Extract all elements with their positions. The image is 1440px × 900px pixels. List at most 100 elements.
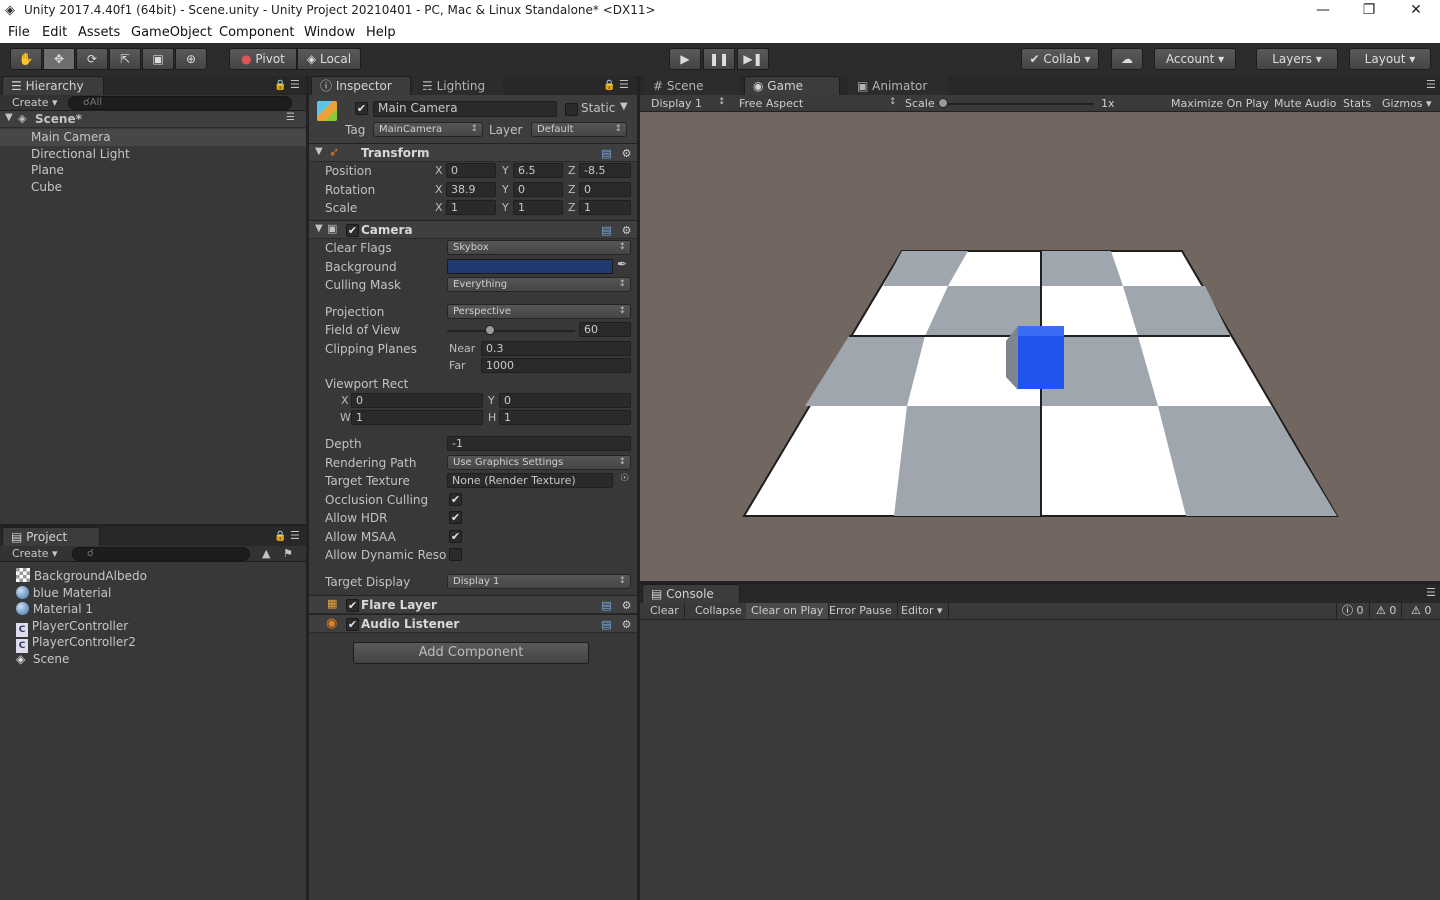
projection-dropdown[interactable]: Perspective <box>447 304 631 319</box>
rotation-x-field[interactable]: 38.9 <box>446 182 496 197</box>
inspector-lock-icon[interactable]: 🔒 <box>603 80 615 91</box>
menu-help[interactable]: Help <box>366 25 396 40</box>
static-checkbox[interactable] <box>565 103 578 116</box>
move-tool-button[interactable]: ✥ <box>43 48 75 70</box>
menu-file[interactable]: File <box>8 25 30 40</box>
hand-tool-button[interactable]: ✋ <box>10 48 42 70</box>
gizmos-dropdown[interactable]: Gizmos ▾ <box>1382 97 1432 110</box>
filter-by-label-icon[interactable]: ⚑ <box>283 547 293 560</box>
warning-filter-toggle[interactable]: ⚠ 0 <box>1371 603 1403 619</box>
pause-button[interactable]: ❚❚ <box>703 48 735 70</box>
fov-slider-track[interactable] <box>447 330 575 332</box>
minimize-button[interactable]: — <box>1300 0 1346 22</box>
depth-field[interactable]: -1 <box>447 436 631 451</box>
allow-msaa-checkbox[interactable]: ✔ <box>449 530 462 543</box>
target-display-dropdown[interactable]: Display 1 <box>447 574 631 589</box>
camera-header[interactable]: ▼ ▣ ✔ Camera ▤ ⚙ <box>309 220 637 239</box>
layout-dropdown[interactable]: Layout ▾ <box>1349 48 1431 70</box>
mute-audio-toggle[interactable]: Mute Audio <box>1274 97 1336 110</box>
pivot-toggle[interactable]: ● Pivot <box>229 48 297 70</box>
cloud-button[interactable]: ☁ <box>1111 48 1143 70</box>
target-texture-field[interactable]: None (Render Texture) <box>447 473 613 488</box>
aspect-dropdown[interactable]: Free Aspect <box>739 97 803 110</box>
tab-game[interactable]: ◉ Game <box>744 76 840 95</box>
play-button[interactable]: ▶ <box>669 48 701 70</box>
scale-z-field[interactable]: 1 <box>579 200 631 215</box>
allow-dynamic-resolution-checkbox[interactable] <box>449 548 462 561</box>
tab-inspector[interactable]: ⓘ Inspector <box>311 76 411 95</box>
help-book-icon[interactable]: ▤ <box>600 224 613 237</box>
viewport-x-field[interactable]: 0 <box>351 393 483 408</box>
far-field[interactable]: 1000 <box>481 358 631 373</box>
menu-edit[interactable]: Edit <box>42 25 67 40</box>
rotate-tool-button[interactable]: ⟳ <box>76 48 108 70</box>
flare-layer-checkbox[interactable]: ✔ <box>346 599 359 612</box>
position-z-field[interactable]: -8.5 <box>579 163 631 178</box>
viewport-w-field[interactable]: 1 <box>351 410 483 425</box>
scale-slider-track[interactable] <box>942 103 1094 105</box>
stats-toggle[interactable]: Stats <box>1343 97 1371 110</box>
help-book-icon[interactable]: ▤ <box>600 147 613 160</box>
project-item[interactable]: C PlayerController <box>16 618 296 637</box>
scale-tool-button[interactable]: ⇱ <box>109 48 141 70</box>
console-log-area[interactable] <box>640 620 1440 900</box>
menu-window[interactable]: Window <box>304 25 355 40</box>
tab-console[interactable]: ▤ Console <box>642 584 740 603</box>
scale-slider-thumb[interactable] <box>938 98 948 108</box>
tab-project[interactable]: ▤ Project <box>2 527 100 546</box>
project-item[interactable]: BackgroundAlbedo <box>16 568 296 585</box>
local-toggle[interactable]: ◈ Local <box>297 48 361 70</box>
camera-enabled-checkbox[interactable]: ✔ <box>346 224 359 237</box>
collapse-arrow-icon[interactable]: ▼ <box>315 223 323 234</box>
menu-assets[interactable]: Assets <box>78 25 120 40</box>
expand-arrow-icon[interactable]: ▼ <box>5 112 13 123</box>
project-item[interactable]: C PlayerController2 <box>16 634 296 653</box>
viewport-h-field[interactable]: 1 <box>499 410 631 425</box>
project-item[interactable]: blue Material <box>16 585 296 602</box>
fov-slider-thumb[interactable] <box>485 325 495 335</box>
hierarchy-item-plane[interactable]: Plane <box>0 162 306 179</box>
tag-dropdown[interactable]: MainCamera <box>373 122 483 137</box>
hierarchy-search-input[interactable]: ☌All <box>68 96 292 110</box>
hierarchy-item-directional-light[interactable]: Directional Light <box>0 146 306 163</box>
close-button[interactable]: ✕ <box>1393 0 1439 22</box>
fov-field[interactable]: 60 <box>579 322 631 337</box>
step-button[interactable]: ▶❚ <box>737 48 769 70</box>
hierarchy-create-dropdown[interactable]: Create ▾ <box>12 96 58 109</box>
background-color-swatch[interactable] <box>447 259 613 274</box>
tab-hierarchy[interactable]: ☰ Hierarchy <box>2 76 104 95</box>
rotation-z-field[interactable]: 0 <box>579 182 631 197</box>
tab-animator[interactable]: ▣ Animator <box>848 76 948 95</box>
scale-x-field[interactable]: 1 <box>446 200 496 215</box>
layers-dropdown[interactable]: Layers ▾ <box>1256 48 1338 70</box>
allow-hdr-checkbox[interactable]: ✔ <box>449 511 462 524</box>
filter-by-type-icon[interactable]: ▲ <box>262 547 270 560</box>
collapse-arrow-icon[interactable]: ▼ <box>315 146 323 157</box>
object-name-field[interactable]: Main Camera <box>373 101 557 117</box>
transform-tool-button[interactable]: ⊕ <box>175 48 207 70</box>
layer-dropdown[interactable]: Default <box>531 122 627 137</box>
viewport-y-field[interactable]: 0 <box>499 393 631 408</box>
log-filter-toggle[interactable]: ⓘ 0 <box>1336 603 1370 619</box>
scale-y-field[interactable]: 1 <box>513 200 563 215</box>
component-settings-icon[interactable]: ⚙ <box>620 224 633 237</box>
console-editor-dropdown[interactable]: Editor ▾ <box>896 603 949 619</box>
maximize-on-play-toggle[interactable]: Maximize On Play <box>1171 97 1269 110</box>
tab-scene[interactable]: # Scene <box>644 76 740 95</box>
menu-component[interactable]: Component <box>219 25 294 40</box>
panel-menu-icon[interactable]: ☰ <box>290 78 300 91</box>
display-dropdown[interactable]: Display 1 <box>651 97 702 110</box>
help-book-icon[interactable]: ▤ <box>600 599 613 612</box>
view-menu-icon[interactable]: ☰ <box>1426 78 1436 91</box>
tab-lighting[interactable]: ☴ Lighting <box>413 76 503 95</box>
console-collapse-button[interactable]: Collapse <box>690 603 748 619</box>
active-checkbox[interactable]: ✔ <box>355 102 368 115</box>
console-menu-icon[interactable]: ☰ <box>1426 586 1436 599</box>
hierarchy-item-cube[interactable]: Cube <box>0 179 306 196</box>
transform-header[interactable]: ▼ ➶ Transform ▤ ⚙ <box>309 143 637 162</box>
console-clear-button[interactable]: Clear <box>645 603 685 619</box>
object-picker-icon[interactable]: ☉ <box>620 473 629 484</box>
rect-tool-button[interactable]: ▣ <box>142 48 174 70</box>
component-settings-icon[interactable]: ⚙ <box>620 618 633 631</box>
console-clear-on-play-button[interactable]: Clear on Play <box>746 603 830 619</box>
